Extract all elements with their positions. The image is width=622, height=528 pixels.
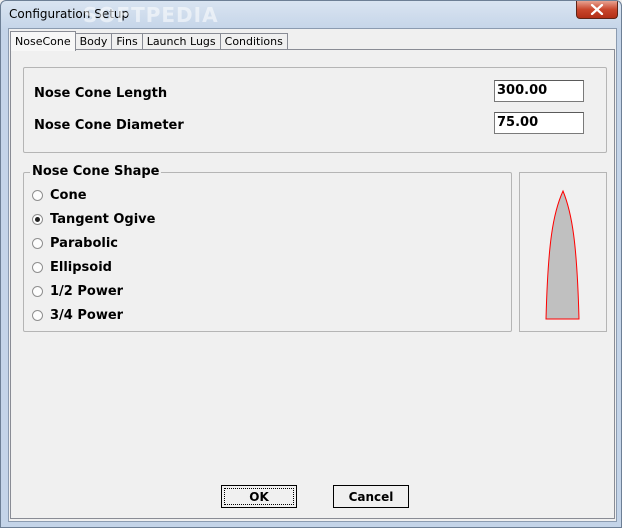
dimensions-group: Nose Cone Length 300.00 Nose Cone Diamet… <box>23 67 607 153</box>
tab-conditions[interactable]: Conditions <box>219 33 288 50</box>
tab-nosecone[interactable]: NoseCone <box>10 31 76 51</box>
radio-button-icon[interactable] <box>32 189 43 201</box>
dialog-client-area: NoseCone Body Fins Launch Lugs Condition… <box>8 28 617 522</box>
tab-strip: NoseCone Body Fins Launch Lugs Condition… <box>10 31 288 51</box>
tab-fins[interactable]: Fins <box>111 33 143 50</box>
nose-cone-shape-group: Nose Cone Shape Cone Tangent Ogive Parab… <box>23 164 512 332</box>
radio-label: Cone <box>50 187 87 203</box>
radio-label: 1/2 Power <box>50 283 124 299</box>
radio-label: Ellipsoid <box>50 259 112 275</box>
nose-cone-diameter-input[interactable]: 75.00 <box>494 112 584 134</box>
nose-cone-length-input[interactable]: 300.00 <box>494 80 584 102</box>
nose-cone-shape-legend: Nose Cone Shape <box>30 164 162 179</box>
radio-cone[interactable]: Cone <box>32 187 87 203</box>
nose-cone-preview <box>519 172 607 332</box>
radio-button-icon[interactable] <box>32 261 43 273</box>
radio-button-icon[interactable] <box>32 237 43 249</box>
close-button[interactable] <box>576 1 618 19</box>
title-bar[interactable]: Configuration Setup SOFTPEDIA <box>1 1 621 27</box>
nose-cone-shape-icon <box>545 189 580 320</box>
radio-tangent-ogive[interactable]: Tangent Ogive <box>32 211 155 227</box>
close-icon <box>590 4 604 15</box>
radio-three-quarter-power[interactable]: 3/4 Power <box>32 307 123 323</box>
ok-button[interactable]: OK <box>221 485 297 508</box>
nosecone-tab-panel: Nose Cone Length 300.00 Nose Cone Diamet… <box>10 49 615 519</box>
radio-button-icon[interactable] <box>32 309 43 321</box>
radio-label: Tangent Ogive <box>50 211 156 227</box>
radio-parabolic[interactable]: Parabolic <box>32 235 118 251</box>
nose-cone-length-label: Nose Cone Length <box>34 86 168 101</box>
radio-label: Parabolic <box>50 235 118 251</box>
watermark: SOFTPEDIA <box>83 3 219 27</box>
radio-button-icon[interactable] <box>32 285 43 297</box>
radio-half-power[interactable]: 1/2 Power <box>32 283 123 299</box>
nose-cone-diameter-label: Nose Cone Diameter <box>34 118 184 133</box>
radio-ellipsoid[interactable]: Ellipsoid <box>32 259 112 275</box>
radio-label: 3/4 Power <box>50 307 124 323</box>
tab-body[interactable]: Body <box>74 33 113 50</box>
tab-launch-lugs[interactable]: Launch Lugs <box>141 33 221 50</box>
radio-button-selected-icon[interactable] <box>32 213 43 225</box>
configuration-setup-window: Configuration Setup SOFTPEDIA NoseCone B… <box>0 0 622 528</box>
cancel-button[interactable]: Cancel <box>333 485 409 508</box>
